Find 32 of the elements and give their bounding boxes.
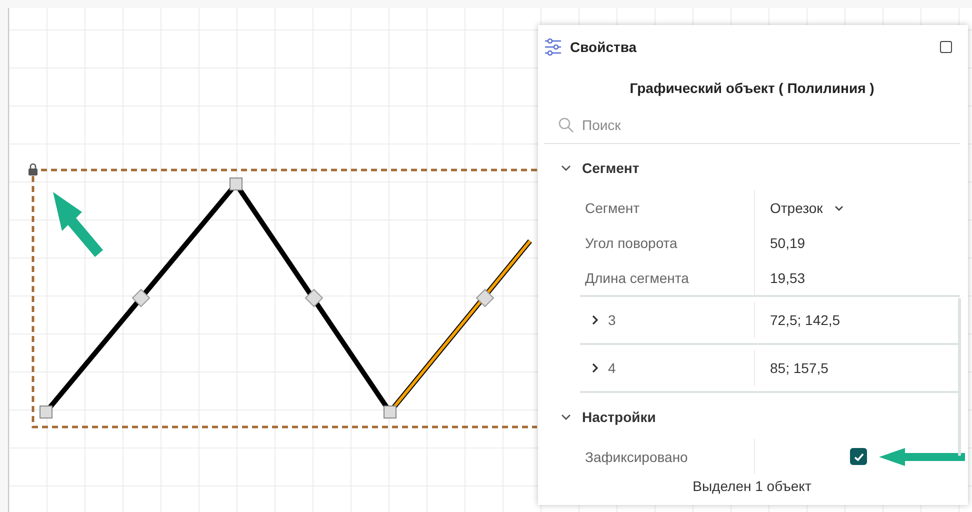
property-label: Зафиксировано: [585, 448, 688, 464]
chevron-right-icon[interactable]: [590, 314, 600, 326]
property-label: Сегмент: [585, 200, 640, 216]
checkbox[interactable]: [850, 448, 867, 465]
segment-type-dropdown[interactable]: Отрезок: [770, 200, 845, 216]
midpoint-handle[interactable]: [304, 288, 324, 308]
midpoint-handle[interactable]: [132, 288, 150, 308]
midpoint-handle[interactable]: [476, 288, 494, 308]
point-value: 72,5; 142,5: [770, 312, 840, 328]
sliders-icon: [544, 38, 562, 56]
property-label: Угол поворота: [585, 234, 678, 250]
vertex-handle[interactable]: [40, 406, 52, 418]
maximize-button[interactable]: [940, 41, 952, 53]
search-field[interactable]: Поиск: [582, 117, 882, 133]
point-value: 85; 157,5: [770, 360, 828, 376]
vertex-handle[interactable]: [384, 406, 396, 418]
panel-title: Свойства: [570, 39, 638, 55]
point-row[interactable]: 4 85; 157,5: [580, 343, 960, 393]
property-label: Длина сегмента: [585, 270, 689, 286]
section-title[interactable]: Настройки: [582, 408, 656, 424]
point-index: 4: [608, 360, 616, 376]
search-icon: [558, 117, 574, 133]
object-title: Графический объект ( Полилиния ): [628, 79, 876, 98]
point-index: 3: [608, 312, 616, 328]
property-value: 50,19: [770, 234, 806, 250]
property-value: 19,53: [770, 270, 806, 286]
check-icon: [852, 450, 864, 462]
pointer-arrow: [53, 192, 103, 257]
chevron-right-icon[interactable]: [590, 362, 600, 374]
selection-status: Выделен 1 объект: [692, 478, 812, 494]
vertex-handle[interactable]: [230, 178, 242, 190]
section-title[interactable]: Сегмент: [582, 160, 640, 176]
